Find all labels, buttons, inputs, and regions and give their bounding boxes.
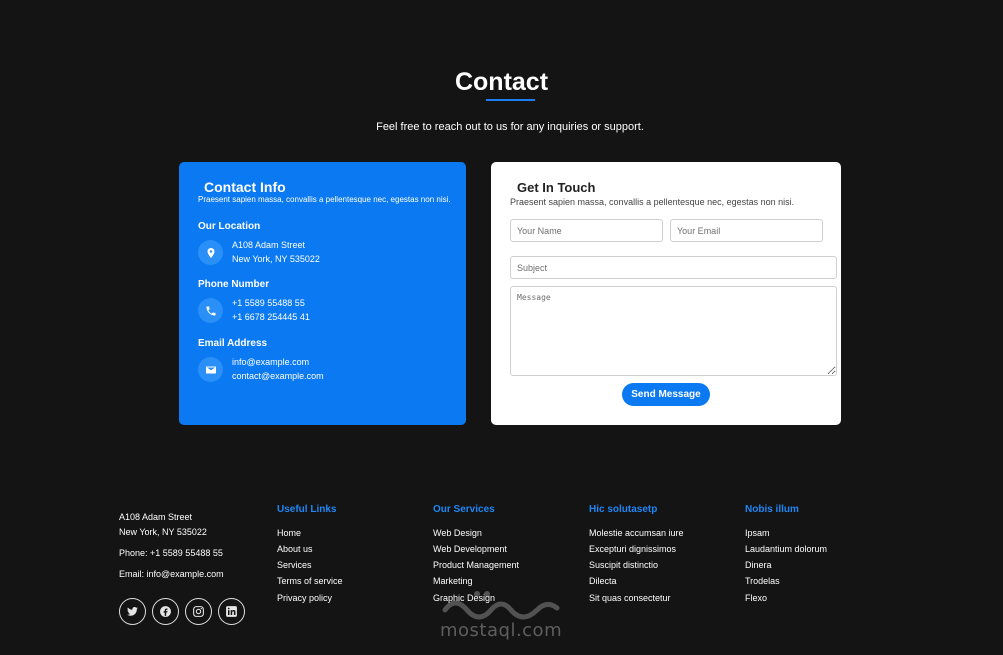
footer-link-sit-quas[interactable]: Sit quas consectetur [589,593,671,603]
facebook-icon[interactable] [152,598,179,625]
footer-col3-heading: Hic solutasetp [589,504,658,515]
footer-link-molestie[interactable]: Molestie accumsan iure [589,528,684,538]
email-input[interactable] [670,219,823,242]
contact-info-description: Praesent sapien massa, convallis a pelle… [198,195,451,204]
map-pin-icon [198,240,223,265]
email-label: Email Address [198,338,268,349]
phone-line2: +1 6678 254445 41 [232,312,310,322]
form-title: Get In Touch [517,180,596,195]
footer-address-line2: New York, NY 535022 [119,527,207,537]
footer-email: Email: info@example.com [119,569,224,579]
footer-link-web-design[interactable]: Web Design [433,528,482,538]
location-line2: New York, NY 535022 [232,254,320,264]
contact-form-card: Get In Touch Praesent sapien massa, conv… [491,162,841,425]
footer-link-flexo[interactable]: Flexo [745,593,767,603]
footer-link-ipsam[interactable]: Ipsam [745,528,770,538]
footer-link-home[interactable]: Home [277,528,301,538]
footer-link-laudantium[interactable]: Laudantium dolorum [745,544,827,554]
footer-link-privacy[interactable]: Privacy policy [277,593,332,603]
footer-link-dinera[interactable]: Dinera [745,560,772,570]
form-description: Praesent sapien massa, convallis a pelle… [510,197,795,207]
footer-address-line1: A108 Adam Street [119,512,193,522]
section-subtitle: Feel free to reach out to us for any inq… [376,121,644,133]
contact-info-title: Contact Info [204,179,286,195]
section-title: Contact [454,68,549,96]
phone-label: Phone Number [198,279,270,290]
footer-link-excepturi[interactable]: Excepturi dignissimos [589,544,676,554]
contact-info-card: Contact Info Praesent sapien massa, conv… [179,162,466,425]
name-input[interactable] [510,219,663,242]
footer-link-trodelas[interactable]: Trodelas [745,576,780,586]
title-underline [486,99,535,101]
linkedin-icon[interactable] [218,598,245,625]
envelope-icon [198,357,223,382]
email-line1: info@example.com [232,357,310,367]
footer-link-suscipit[interactable]: Suscipit distinctio [589,560,658,570]
footer-phone: Phone: +1 5589 55488 55 [119,548,223,558]
footer-link-services[interactable]: Services [277,560,312,570]
instagram-icon[interactable] [185,598,212,625]
footer-link-terms[interactable]: Terms of service [277,576,343,586]
footer-col2-heading: Our Services [433,504,495,515]
message-textarea[interactable] [510,286,837,376]
location-line1: A108 Adam Street [232,240,306,250]
footer-col1-heading: Useful Links [277,504,337,515]
email-line2: contact@example.com [232,371,324,381]
twitter-icon[interactable] [119,598,146,625]
footer-link-about-us[interactable]: About us [277,544,313,554]
watermark-text: mostaql.com [440,620,563,641]
footer-link-product-management[interactable]: Product Management [433,560,519,570]
phone-icon [198,298,223,323]
footer-link-dilecta[interactable]: Dilecta [589,576,617,586]
footer-col4-heading: Nobis illum [745,504,799,515]
subject-input[interactable] [510,256,837,279]
location-label: Our Location [198,221,261,232]
phone-line1: +1 5589 55488 55 [232,298,305,308]
send-message-button[interactable]: Send Message [622,383,710,406]
footer-link-web-development[interactable]: Web Development [433,544,507,554]
